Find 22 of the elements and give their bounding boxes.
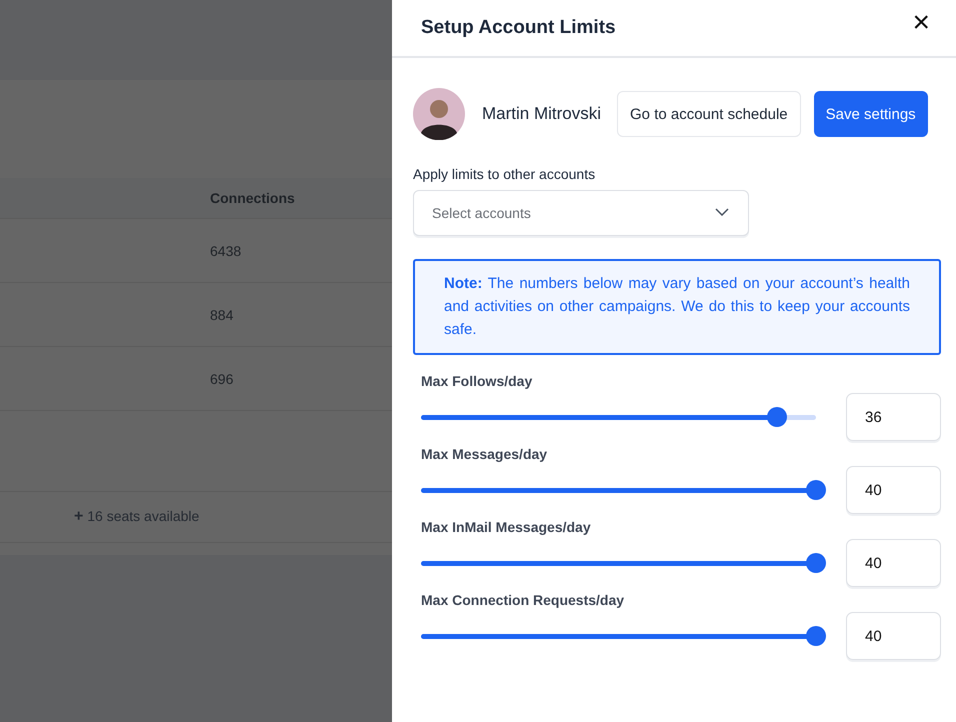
table-cell: 884 bbox=[210, 306, 234, 322]
number-input[interactable]: 40 bbox=[846, 466, 941, 514]
avatar-placeholder bbox=[413, 88, 465, 140]
number-input[interactable]: 40 bbox=[846, 539, 941, 587]
close-button[interactable]: × bbox=[912, 8, 930, 38]
table-cell: 696 bbox=[210, 370, 234, 386]
note-text: Note: The numbers below may vary based on your account’s health and activities on other campaigns. We do this to keep your accounts safe. bbox=[444, 275, 910, 338]
chevron-down-icon bbox=[715, 208, 729, 216]
number-input[interactable]: 40 bbox=[846, 612, 941, 660]
account-name: Martin Mitrovski bbox=[482, 104, 602, 124]
number-input[interactable]: 36 bbox=[846, 393, 941, 441]
limit-label: Max InMail Messages/day bbox=[421, 519, 592, 535]
limit-label: Max Follows/day bbox=[421, 373, 534, 389]
accounts-select[interactable]: Select accounts bbox=[413, 190, 749, 236]
limit-label: Max Messages/day bbox=[421, 446, 548, 462]
limit-label: Max Connection Requests/day bbox=[421, 592, 626, 608]
save-settings-button[interactable]: Save settings bbox=[814, 91, 928, 137]
drawer-title: Setup Account Limits bbox=[421, 17, 616, 39]
field-label: Apply limits to other accounts bbox=[413, 166, 596, 182]
column-header: Connections bbox=[210, 190, 295, 206]
account-schedule-button[interactable]: Go to account schedule bbox=[617, 91, 801, 137]
table-cell: 6438 bbox=[210, 242, 242, 258]
